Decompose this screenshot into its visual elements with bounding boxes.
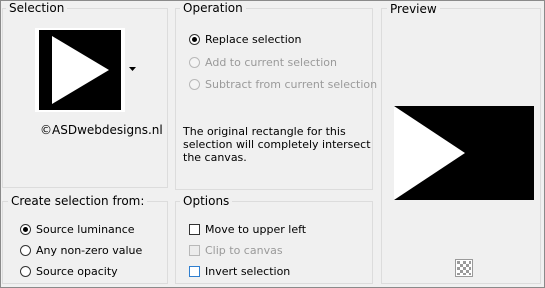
radio-subtract-selection: Subtract from current selection — [189, 75, 377, 93]
radio-add-selection: Add to current selection — [189, 53, 337, 71]
checkbox-move-upper-left[interactable]: Move to upper left — [189, 220, 306, 238]
radio-source-opacity[interactable]: Source opacity — [20, 262, 118, 280]
preview-image — [394, 106, 534, 200]
radio-replace-selection[interactable]: Replace selection — [189, 30, 301, 48]
checkbox-label: Clip to canvas — [205, 243, 283, 257]
checkbox-box — [189, 244, 200, 256]
operation-note: The original rectangle for this selectio… — [183, 125, 371, 164]
checkbox-box[interactable] — [189, 223, 200, 235]
operation-note-line: the canvas. — [183, 151, 247, 164]
radio-label: Replace selection — [205, 32, 302, 46]
radio-label: Subtract from current selection — [205, 77, 378, 91]
operation-note-line: selection will completely intersect — [183, 138, 371, 151]
radio-button[interactable] — [20, 265, 31, 277]
checkbox-label: Invert selection — [205, 264, 291, 278]
checkbox-box[interactable] — [189, 265, 200, 277]
radio-label: Source luminance — [36, 222, 135, 236]
triangle-shape — [52, 36, 109, 104]
checkbox-clip-canvas: Clip to canvas — [189, 241, 283, 259]
radio-button — [189, 56, 200, 68]
thumb-left-bar — [39, 30, 43, 110]
operation-note-line: The original rectangle for this — [183, 125, 346, 138]
radio-label: Add to current selection — [205, 55, 337, 69]
caret-down-icon[interactable] — [129, 67, 136, 72]
operation-group-title: Operation — [180, 1, 246, 15]
radio-button[interactable] — [20, 244, 31, 256]
options-group-title: Options — [180, 194, 233, 208]
checkbox-label: Move to upper left — [205, 222, 307, 236]
preview-group-title: Preview — [387, 2, 440, 16]
watermark-text: ©ASDwebdesigns.nl — [40, 123, 163, 137]
selection-shape-picker[interactable] — [35, 28, 125, 112]
selection-group-title: Selection — [6, 1, 68, 15]
radio-source-luminance[interactable]: Source luminance — [20, 220, 135, 238]
triangle-right-icon — [39, 30, 109, 110]
radio-button[interactable] — [20, 223, 31, 235]
checkbox-invert-selection[interactable]: Invert selection — [189, 262, 290, 280]
create-from-group-title: Create selection from: — [8, 194, 148, 208]
radio-label: Any non-zero value — [36, 243, 143, 257]
radio-any-nonzero[interactable]: Any non-zero value — [20, 241, 142, 259]
radio-button — [189, 78, 200, 90]
radio-button[interactable] — [189, 33, 200, 45]
radio-label: Source opacity — [36, 264, 118, 278]
checkerboard-icon[interactable] — [455, 259, 473, 277]
selection-shape-thumb — [39, 30, 121, 110]
